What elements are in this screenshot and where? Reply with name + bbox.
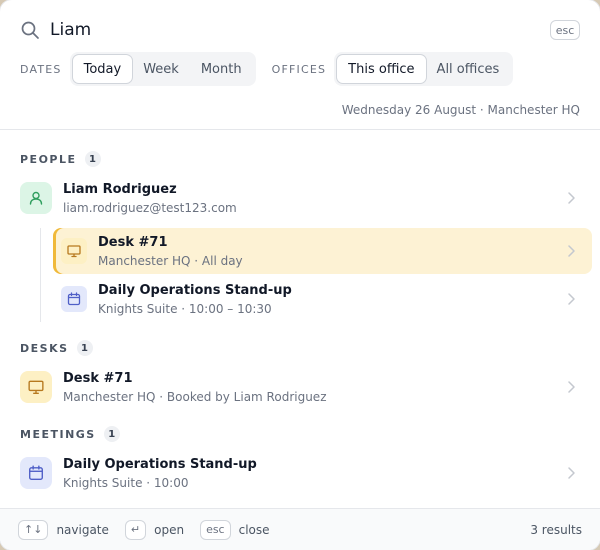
dates-label: DATES <box>20 62 62 76</box>
hint-label: close <box>238 522 270 537</box>
meeting-icon-box <box>20 457 52 489</box>
keyboard-hints-footer: ↑↓ navigate ↵ open esc close 3 results <box>0 508 600 550</box>
offices-label: OFFICES <box>271 62 327 76</box>
context-date-location: Wednesday 26 August · Manchester HQ <box>341 103 580 117</box>
meeting-icon-box <box>61 286 87 312</box>
chevron-right-icon <box>568 192 575 204</box>
office-filter-all-offices[interactable]: All offices <box>426 55 511 83</box>
user-icon <box>29 191 43 205</box>
person-icon-box <box>20 182 52 214</box>
enter-key-icon: ↵ <box>124 519 147 540</box>
offices-segmented-control: This office All offices <box>334 52 514 86</box>
person-booking-daily-standup[interactable]: Daily Operations Stand-up Knights Suite … <box>53 276 592 322</box>
section-title: PEOPLE <box>20 152 77 166</box>
people-section-header: PEOPLE 1 <box>20 150 101 168</box>
office-filter-this-office[interactable]: This office <box>337 55 426 83</box>
calendar-icon <box>29 465 43 480</box>
esc-key-badge[interactable]: esc <box>550 20 580 40</box>
desk-icon-box <box>61 238 87 264</box>
booking-title: Daily Operations Stand-up <box>98 282 292 298</box>
date-filter-today[interactable]: Today <box>72 55 133 83</box>
booking-subtitle: Manchester HQ · All day <box>98 253 243 268</box>
header-divider <box>0 129 600 130</box>
date-filter-week[interactable]: Week <box>132 55 190 83</box>
meeting-subtitle: Knights Suite · 10:00 <box>63 475 189 490</box>
person-result-liam-rodriguez[interactable]: Liam Rodriguez liam.rodriguez@test123.co… <box>8 173 592 223</box>
chevron-right-icon <box>568 293 575 305</box>
nested-connector-line <box>40 228 41 322</box>
desks-section-header: DESKS 1 <box>20 339 93 357</box>
meetings-section-header: MEETINGS 1 <box>20 425 120 443</box>
dates-segmented-control: Today Week Month <box>69 52 256 86</box>
desk-icon-box <box>20 371 52 403</box>
search-panel: esc DATES Today Week Month OFFICES This … <box>0 0 600 550</box>
hint-open: ↵ open <box>124 519 185 540</box>
person-name: Liam Rodriguez <box>63 181 177 197</box>
filter-row: DATES Today Week Month OFFICES This offi… <box>20 52 514 86</box>
results-count: 3 results <box>530 522 582 537</box>
person-booking-desk-71[interactable]: Desk #71 Manchester HQ · All day <box>53 228 592 274</box>
person-email: liam.rodriguez@test123.com <box>63 200 237 215</box>
hint-close: esc close <box>200 519 270 540</box>
count-badge: 1 <box>76 340 93 356</box>
booking-title: Desk #71 <box>98 234 168 250</box>
chevron-right-icon <box>568 245 575 257</box>
desk-subtitle: Manchester HQ · Booked by Liam Rodriguez <box>63 389 327 404</box>
calendar-icon <box>67 292 81 306</box>
desk-result-desk-71[interactable]: Desk #71 Manchester HQ · Booked by Liam … <box>8 362 592 412</box>
hint-label: navigate <box>56 522 109 537</box>
booking-subtitle: Knights Suite · 10:00 – 10:30 <box>98 301 272 316</box>
search-icon <box>21 21 39 39</box>
section-title: DESKS <box>20 341 69 355</box>
meeting-result-daily-standup[interactable]: Daily Operations Stand-up Knights Suite … <box>8 448 592 498</box>
section-title: MEETINGS <box>20 427 96 441</box>
hint-navigate: ↑↓ navigate <box>18 519 109 540</box>
monitor-icon <box>67 245 81 258</box>
search-bar: esc <box>20 16 580 44</box>
search-input[interactable] <box>50 20 550 40</box>
chevron-right-icon <box>568 381 575 393</box>
count-badge: 1 <box>84 151 101 167</box>
count-badge: 1 <box>103 426 120 442</box>
date-filter-month[interactable]: Month <box>190 55 253 83</box>
esc-key-icon: esc <box>200 519 231 540</box>
monitor-icon <box>28 380 44 394</box>
hint-label: open <box>154 522 185 537</box>
meeting-title: Daily Operations Stand-up <box>63 456 257 472</box>
chevron-right-icon <box>568 467 575 479</box>
arrow-keys-icon: ↑↓ <box>18 519 49 540</box>
desk-title: Desk #71 <box>63 370 133 386</box>
